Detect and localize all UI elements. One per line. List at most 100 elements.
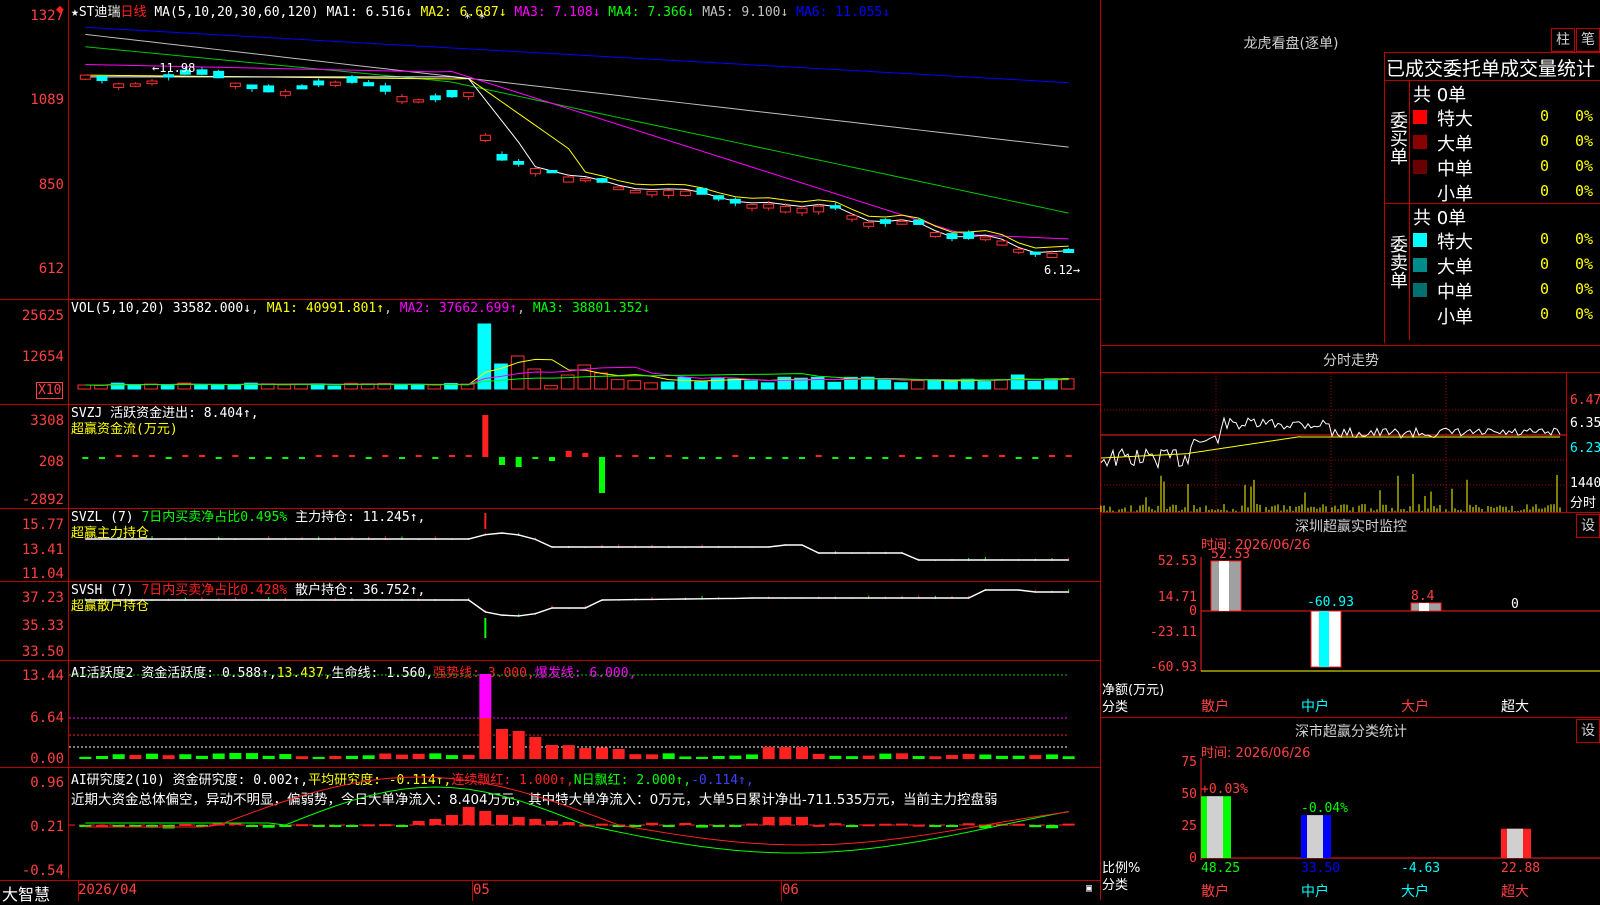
order-size-label: 特大 — [1437, 232, 1473, 253]
lhb-panel[interactable]: 龙虎看盘(逐单) 柱 笔 已成交委托单成交量统计 委买单 共 0单 委卖单 共 … — [1100, 0, 1600, 346]
candle-body — [429, 95, 441, 101]
research-bar — [846, 825, 858, 828]
category-label: 中户 — [1301, 883, 1329, 900]
active-bar — [646, 754, 658, 759]
research-bar — [862, 824, 875, 827]
candle-body — [163, 74, 175, 78]
research-bar — [946, 825, 958, 827]
order-count: 0 — [1540, 230, 1550, 248]
order-percent: 0% — [1575, 132, 1594, 150]
flow-bar — [832, 457, 839, 459]
volume-bar — [644, 382, 658, 390]
y-tick: 0 — [1189, 604, 1197, 619]
flow-bar — [115, 455, 122, 457]
volume-bar — [227, 384, 242, 390]
order-count: 0 — [1540, 107, 1550, 125]
flow-bar — [549, 457, 555, 461]
sz-class-chart[interactable]: 75 50 25 0 +0.03% 48.25 -0.04% 33.50 -4.63 22.88 散… — [1101, 718, 1600, 900]
research-bar — [812, 824, 825, 827]
flow-bar — [732, 455, 739, 457]
active-bar — [146, 753, 158, 759]
volume-chart[interactable] — [69, 300, 1100, 404]
y-tick: 14.71 — [1158, 590, 1197, 605]
active-bar — [379, 753, 392, 759]
active-bar — [846, 756, 858, 759]
candle-body — [929, 232, 941, 237]
volume-bar — [744, 380, 758, 390]
volume-bar — [544, 385, 558, 390]
candle-body — [463, 92, 475, 97]
sz-monitor-chart[interactable]: 52.5314.710-23.11-60.9352.53-60.93 8.40散户… — [1101, 513, 1600, 717]
volume-bar — [94, 384, 108, 390]
candle-body — [313, 80, 325, 86]
price-chart[interactable]: * * — [69, 0, 1100, 299]
sz-monitor-panel[interactable]: 深圳超赢实时监控 设 时间: 2026/06/26 净额(万元) 分类 52.5… — [1100, 513, 1600, 718]
price-pane[interactable]: 1327 1089 850 612 ◆ ★ST迪瑞日线 MA(5,10,20,3… — [0, 0, 1100, 300]
active-bar — [1062, 756, 1075, 759]
active-bar — [296, 756, 308, 759]
sz-class-panel[interactable]: 深市超赢分类统计 设 时间: 2026/06/26 比例% 分类 75 50 25 0… — [1100, 718, 1600, 900]
ai-active-pane[interactable]: 13.44 6.64 0.00 AI活跃度2 资金活跃度: 0.588↑,13.… — [0, 661, 1100, 768]
candle-body — [496, 154, 508, 161]
candle-body — [1013, 248, 1025, 253]
candle-body — [696, 187, 708, 195]
lhb-table: 已成交委托单成交量统计 委买单 共 0单 委卖单 共 0单 特大 0 0% 大单 0 0%… — [1384, 52, 1600, 343]
lhb-tabs[interactable]: 已成交委托单成交量统计 — [1386, 54, 1595, 81]
lock-icon[interactable]: ▣ — [1086, 883, 1092, 894]
research-bar — [896, 823, 908, 826]
sell-total: 共 0单 — [1413, 208, 1467, 229]
active-bar — [962, 753, 975, 759]
active-bar — [912, 756, 925, 759]
svsh-pane[interactable]: 37.23 35.33 33.50 SVSH (7) 7日内买卖净占比0.428… — [0, 582, 1100, 661]
y-unit: 分时 — [1570, 496, 1597, 511]
bar-highlight — [1219, 561, 1229, 611]
order-size-label: 中单 — [1437, 282, 1473, 303]
research-bar — [679, 822, 692, 825]
research-bar — [496, 815, 508, 825]
svzj-chart[interactable] — [69, 405, 1100, 508]
y-tick: 6.23 — [1570, 441, 1600, 456]
svzl-chart[interactable] — [69, 509, 1100, 581]
research-bar — [462, 807, 475, 825]
active-bar — [262, 755, 275, 759]
hold-line — [85, 532, 1069, 561]
alert-icon[interactable]: ◆ — [56, 2, 64, 17]
flow-bar — [999, 455, 1005, 457]
volume-pane[interactable]: 25625 12654 X10 VOL(5,10,20) 33582.000↓,… — [0, 300, 1100, 405]
y-tick: 12654 — [21, 349, 64, 365]
ai-active-chart[interactable] — [69, 661, 1100, 767]
active-bar — [112, 754, 125, 759]
color-swatch — [1413, 160, 1427, 174]
category-label: 中户 — [1301, 698, 1329, 715]
column-view-button[interactable]: 柱 — [1551, 28, 1575, 52]
active-bar — [512, 731, 525, 759]
svzl-pane[interactable]: 15.77 13.41 11.04 SVZL (7) 7日内买卖净占比0.495… — [0, 509, 1100, 582]
research-bar — [779, 817, 792, 825]
order-size-label: 小单 — [1437, 307, 1473, 328]
order-size-label: 特大 — [1437, 109, 1473, 130]
candle-body — [1029, 251, 1041, 255]
research-bar — [696, 825, 708, 828]
candle-body — [246, 84, 258, 90]
svsh-chart[interactable] — [69, 582, 1100, 660]
active-bar — [79, 756, 92, 759]
bar-value-label: -4.63 — [1401, 861, 1440, 876]
volume-bar — [594, 372, 608, 390]
flow-bar — [749, 457, 755, 459]
svzj-pane[interactable]: 3308 208 -2892 SVZJ 活跃资金进出: 8.404↑, 超赢资金… — [0, 405, 1100, 509]
intraday-panel[interactable]: 分时走势 6.47 6.35 6.23 1440 分时 — [1100, 346, 1600, 513]
volume-bar — [410, 384, 425, 390]
y-tick: 25625 — [21, 308, 64, 324]
research-bar — [329, 825, 342, 827]
ai-research-pane[interactable]: 0.96 0.21 -0.54 AI研究度2(10) 资金研究度: 0.002↑… — [0, 768, 1100, 879]
tick-view-button[interactable]: 笔 — [1576, 28, 1600, 52]
intraday-chart[interactable] — [1100, 372, 1566, 512]
ai-research-chart[interactable] — [69, 768, 1100, 879]
active-bar — [179, 754, 192, 759]
active-bar — [212, 753, 225, 759]
event-mark: * * — [464, 11, 486, 25]
active-bar — [629, 754, 642, 759]
flow-bar — [582, 453, 589, 457]
brand-logo[interactable]: 大智慧 — [2, 881, 50, 905]
active-bar — [479, 718, 492, 759]
